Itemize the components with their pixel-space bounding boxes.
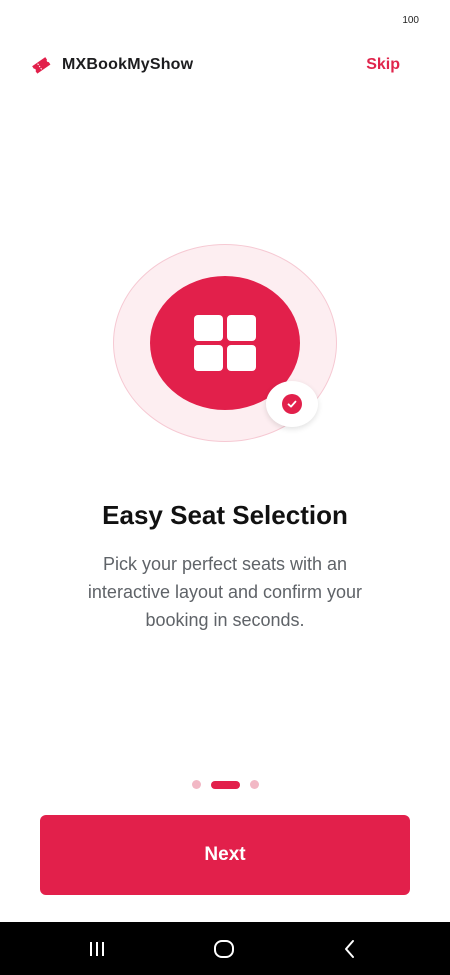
- battery-level: 100: [402, 15, 419, 26]
- onboarding-description: Pick your perfect seats with an interact…: [87, 554, 363, 630]
- page-dot-3[interactable]: [249, 780, 259, 789]
- home-icon[interactable]: [212, 938, 236, 960]
- onboarding-screen: 100 MXBookMyShow Skip Easy Seat Selectio…: [0, 0, 450, 975]
- next-button[interactable]: Next: [40, 815, 410, 895]
- skip-button[interactable]: Skip: [366, 56, 400, 74]
- checkmark-icon: [282, 394, 302, 414]
- system-navigation-bar: [0, 922, 450, 975]
- brand-name: MXBookMyShow: [62, 56, 194, 73]
- grid-cell: [227, 345, 256, 371]
- brand: MXBookMyShow: [30, 54, 193, 76]
- back-icon[interactable]: [338, 938, 362, 960]
- grid-cell: [194, 315, 223, 341]
- recent-apps-icon[interactable]: [85, 938, 109, 960]
- page-dot-1[interactable]: [191, 780, 201, 789]
- page-indicator: [0, 780, 450, 789]
- ticket-icon: [30, 54, 52, 76]
- app-header: MXBookMyShow Skip: [0, 50, 450, 80]
- onboarding-title: Easy Seat Selection: [102, 500, 348, 530]
- check-badge: [266, 381, 318, 427]
- page-dot-2-active[interactable]: [210, 780, 240, 789]
- grid-cell: [194, 345, 223, 371]
- seat-selection-illustration: [113, 244, 337, 442]
- status-bar: 100: [0, 0, 450, 40]
- grid-cell: [227, 315, 256, 341]
- grid-icon: [194, 315, 256, 371]
